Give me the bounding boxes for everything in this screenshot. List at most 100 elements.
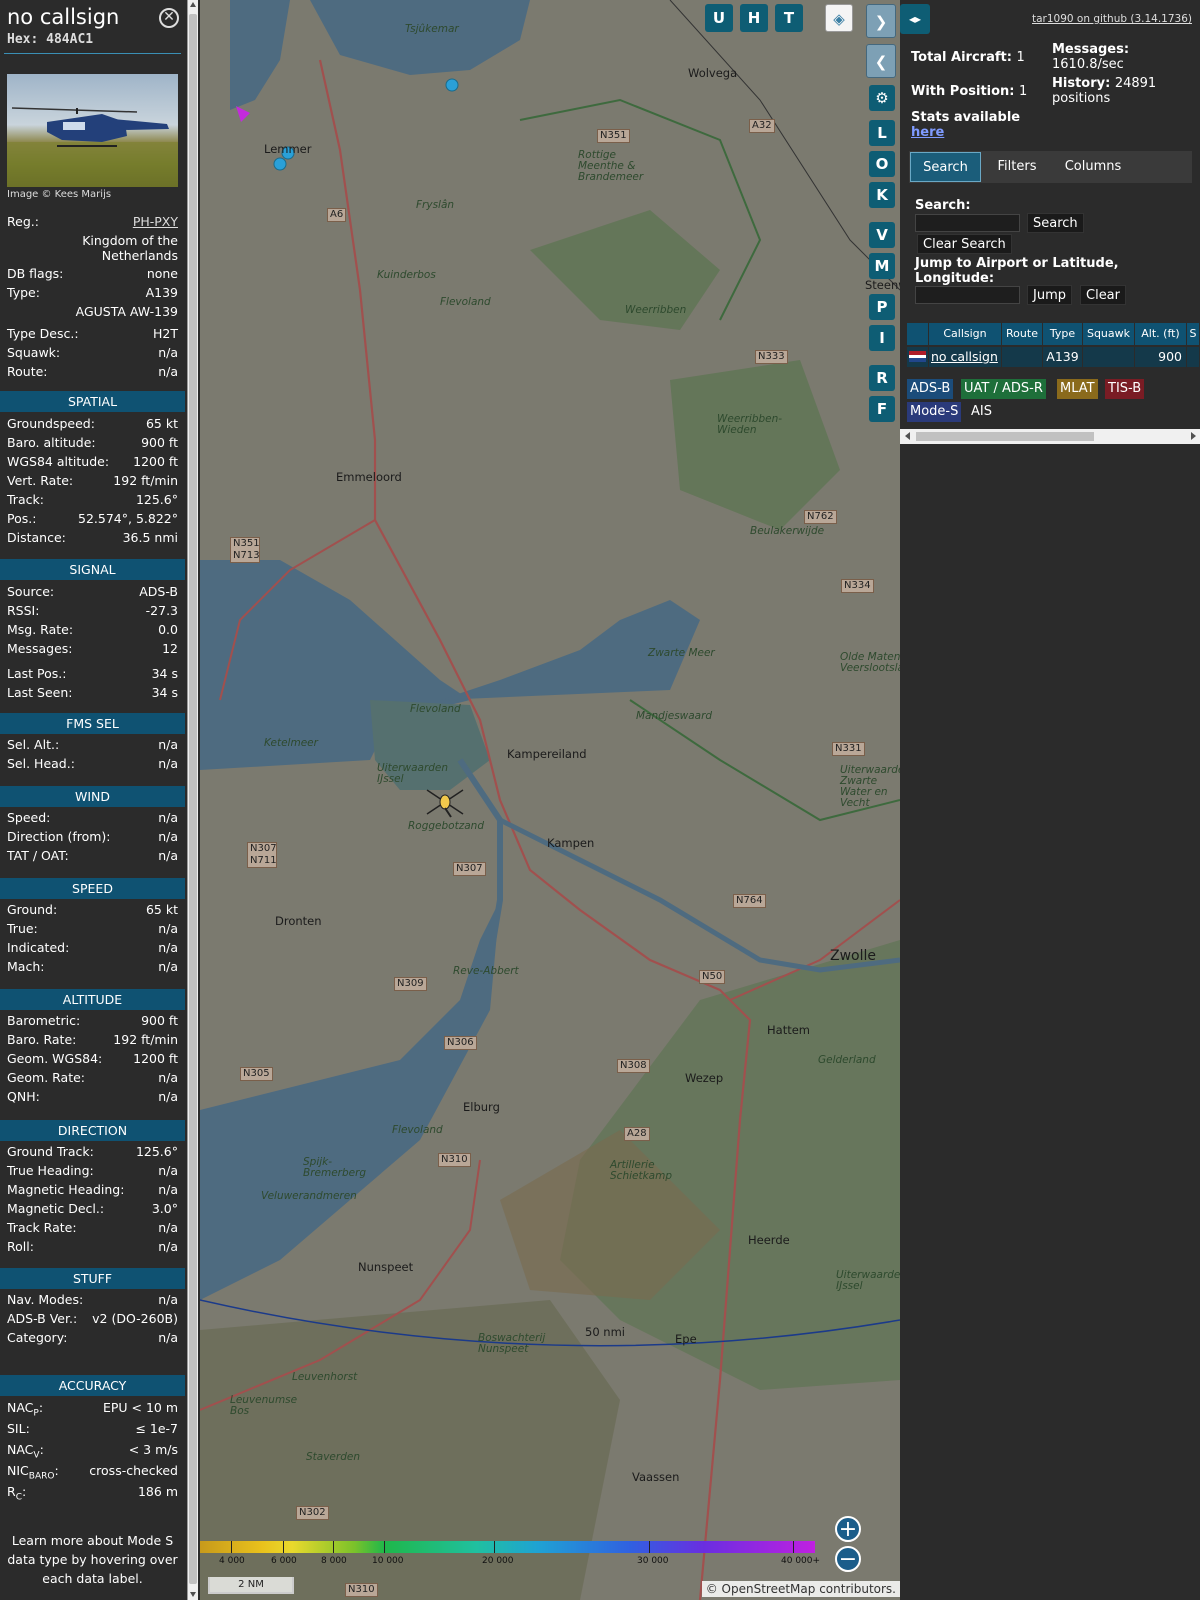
version-link[interactable]: tar1090 on github (3.14.1736) [1032,13,1192,25]
table-row-altitude[interactable]: 900 [1135,347,1187,367]
source-adsb: ADS-B [907,379,954,399]
road-label: N334 [841,579,874,593]
map-button-v[interactable]: V [869,222,895,248]
info-row-label: Sel. Alt.: [7,737,60,752]
info-row-value: n/a [158,1292,178,1307]
total-aircraft: Total Aircraft: 1 [911,50,1025,65]
map-button-m[interactable]: M [869,253,895,279]
map-button-l[interactable]: L [869,120,895,146]
close-icon[interactable]: ✕ [159,8,179,28]
search-label: Search: [915,198,971,213]
expand-right-button[interactable]: ❯ [866,4,896,38]
table-row-callsign[interactable]: no callsign [929,347,1002,367]
collapse-left-button[interactable]: ❮ [866,44,896,78]
colorbar-label: 40 000+ [781,1556,821,1566]
map-button-p[interactable]: P [869,294,895,320]
map-button-f[interactable]: F [869,396,895,422]
layers-icon[interactable]: ◈ [825,4,853,32]
road-label: A6 [327,208,347,222]
info-row-value: ≤ 1e-7 [135,1421,178,1436]
info-row: Category: n/a [7,1330,178,1349]
info-row: Last Seen: 34 s [7,685,178,704]
jump-button[interactable]: Jump [1027,285,1072,305]
info-row-value: n/a [158,848,178,863]
map-label-zwolle: Zwolle [830,948,876,964]
table-row-speed[interactable] [1187,347,1200,367]
map-button-k[interactable]: K [869,182,895,208]
stats-link[interactable]: here [911,125,944,140]
info-row-value: n/a [158,1330,178,1345]
jump-input[interactable] [915,286,1020,304]
map-label-dronten: Dronten [275,914,322,928]
map-label-elburg: Elburg [463,1100,500,1114]
scroll-down-icon[interactable] [190,1592,196,1597]
scroll-left-icon[interactable] [905,432,910,440]
road-label: A28 [624,1127,650,1141]
col-altitude[interactable]: Alt. (ft) [1135,323,1187,345]
info-row-value: n/a [158,959,178,974]
info-row: Squawk: n/a [7,345,178,364]
colorbar-label: 6 000 [271,1556,297,1566]
info-row-label: Type Desc.: [7,326,79,341]
table-row-type[interactable]: A139 [1043,347,1083,367]
search-input[interactable] [915,214,1020,232]
colorbar-label: 20 000 [482,1556,514,1566]
map-button-t[interactable]: T [775,4,803,32]
table-row-flag[interactable] [907,347,929,367]
info-row: Baro. altitude: 900 ft [7,435,178,454]
map-button-r[interactable]: R [869,365,895,391]
scroll-thumb[interactable] [189,14,197,1584]
info-scrollbar[interactable] [187,0,198,1600]
map-button-o[interactable]: O [869,151,895,177]
hscroll-thumb[interactable] [916,432,1094,441]
info-row-value: AGUSTA AW-139 [75,304,178,319]
map-label-flevoland3: Flevoland [392,1124,443,1136]
scroll-right-icon[interactable] [1191,432,1196,440]
settings-gear-icon[interactable]: ⚙ [869,85,895,111]
osm-link[interactable]: OpenStreetMap [722,1582,816,1596]
col-speed[interactable]: S [1187,323,1200,345]
info-callsign: no callsign [7,5,120,29]
info-row: Type: A139 [7,285,178,304]
info-row-label: Vert. Rate: [7,473,74,488]
map-label-kampereiland: Kampereiland [507,747,587,761]
info-row-value: 192 ft/min [113,1032,178,1047]
map-label-weerribben: Weerribben [625,304,687,316]
info-row-value: 900 ft [141,1013,178,1028]
tab-filters[interactable]: Filters [984,152,1050,182]
aircraft-photo[interactable] [7,74,178,187]
map-button-h[interactable]: H [740,4,768,32]
zoom-in-button[interactable]: + [835,1516,861,1542]
toggle-sidebar-icon[interactable]: ◂▸ [900,4,930,34]
table-row-route[interactable] [1002,347,1043,367]
zoom-out-button[interactable]: − [835,1546,861,1572]
col-type[interactable]: Type [1043,323,1083,345]
map-label-artillerie: Artillerie Schietkamp [610,1159,672,1182]
col-route[interactable]: Route [1002,323,1043,345]
info-row-label: Last Seen: [7,685,73,700]
scroll-up-icon[interactable] [190,2,196,7]
info-row-value: n/a [158,364,178,379]
selected-aircraft-icon[interactable] [425,786,465,818]
table-row-squawk[interactable] [1083,347,1135,367]
col-squawk[interactable]: Squawk [1083,323,1135,345]
road-label: N307 [453,862,486,876]
map-label-leuvenhorst: Leuvenhorst [292,1371,358,1383]
clear-search-button[interactable]: Clear Search [917,234,1012,254]
clear-button[interactable]: Clear [1080,285,1126,305]
info-row: SIL: ≤ 1e-7 [7,1421,178,1440]
with-position: With Position: 1 [911,84,1028,99]
map-button-u[interactable]: U [705,4,733,32]
table-horizontal-scrollbar[interactable] [900,429,1200,444]
tab-search[interactable]: Search [910,152,981,182]
col-callsign[interactable]: Callsign [929,323,1002,345]
info-row-value: 192 ft/min [113,473,178,488]
info-row-label: WGS84 altitude: [7,454,110,469]
map-button-i[interactable]: I [869,325,895,351]
search-button[interactable]: Search [1027,213,1084,233]
registration-link[interactable]: PH-PXY [133,214,178,229]
info-row-label: Baro. Rate: [7,1032,77,1047]
tab-columns[interactable]: Columns [1052,152,1134,182]
map-view[interactable]: Tsjûkemar Wolvega Lemmer Rottige Meenthe & … [200,0,900,1600]
col-flag[interactable] [907,323,929,345]
